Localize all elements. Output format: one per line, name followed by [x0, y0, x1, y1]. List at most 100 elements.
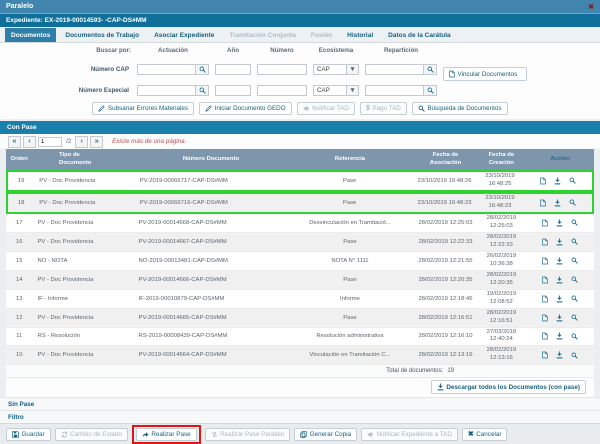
search-icon[interactable] [424, 64, 437, 75]
cancelar-button[interactable]: ✖Cancelar [462, 428, 508, 441]
filtro-section-header[interactable]: Filtro [0, 410, 600, 423]
numero-cap-anio-input[interactable] [215, 64, 251, 75]
cell-accion [526, 256, 594, 266]
iniciar-documento-gedo-button[interactable]: Iniciar Documento GEDO [199, 102, 292, 115]
search-icon[interactable] [571, 351, 578, 359]
edit-icon [205, 105, 212, 112]
footer-toolbar: GuardarCambio de EstadoRealizar PaseReal… [0, 423, 600, 444]
numero-cap-ecosistema-select[interactable]: CAP ▾ [313, 64, 359, 75]
tab-documentos[interactable]: Documentos [5, 28, 56, 42]
search-icon [418, 105, 425, 112]
download-icon[interactable] [556, 351, 563, 359]
cell-numero-documento: PV-2019-00014664-CAP-DS#MM [127, 351, 286, 359]
column-header-fecha-de-creacion: Fecha de Creación [476, 151, 526, 169]
download-all-row: Descargar todos los Documentos (con pase… [6, 378, 594, 397]
search-icon[interactable] [196, 85, 209, 96]
search-icon[interactable] [571, 276, 578, 284]
numero-especial-reparticion-input[interactable] [365, 85, 424, 96]
cell-fecha-asociacion: 28/02/2019 12:16:51 [415, 314, 477, 322]
document-icon[interactable] [542, 295, 548, 303]
document-icon[interactable] [542, 314, 548, 322]
last-page-button[interactable]: » [90, 136, 103, 148]
numero-especial-anio-input[interactable] [215, 85, 251, 96]
page-input[interactable] [38, 137, 62, 147]
button-label: Pago TAD [372, 105, 400, 112]
prev-page-button[interactable]: ‹ [23, 136, 36, 148]
cell-fecha-creacion: 28/02/201912:13:16 [476, 346, 526, 364]
search-icon[interactable] [569, 177, 576, 185]
subsanar-errores-materiales-button[interactable]: Subsanar Errores Materiales [92, 102, 194, 115]
first-page-button[interactable]: « [8, 136, 21, 148]
next-page-button[interactable]: › [75, 136, 88, 148]
download-icon[interactable] [556, 276, 563, 284]
download-icon[interactable] [556, 219, 563, 227]
cell-fecha-asociacion: 23/10/2019 16:48:26 [414, 177, 475, 185]
con-pase-section-header[interactable]: Con Pase [0, 121, 600, 134]
tab-asociar-expediente[interactable]: Asociar Expediente [148, 28, 220, 42]
download-icon[interactable] [556, 257, 563, 265]
col-anio-label: Año [215, 47, 251, 54]
download-icon[interactable] [556, 295, 563, 303]
cell-orden: 17 [6, 219, 32, 227]
vincular-documentos-button[interactable]: Vincular Documentos [443, 67, 527, 81]
realizar-pase-button[interactable]: Realizar Pase [136, 428, 197, 441]
search-icon[interactable] [571, 332, 578, 340]
search-icon[interactable] [571, 257, 578, 265]
tab-historial[interactable]: Historial [341, 28, 379, 42]
download-icon[interactable] [556, 332, 563, 340]
cell-referencia: Informe [285, 295, 414, 303]
tab-documentos-de-trabajo[interactable]: Documentos de Trabajo [59, 28, 145, 42]
search-icon[interactable] [571, 219, 578, 227]
notificar-expediente-a-tad-button: Notificar Expediente a TAD [361, 428, 458, 441]
cell-numero-documento: PV-2019-00014665-CAP-DS#MM [127, 314, 286, 322]
cell-fecha-asociacion: 28/02/2019 12:25:03 [415, 219, 477, 227]
numero-especial-actuacion-input[interactable] [137, 85, 196, 96]
chevron-down-icon: ▾ [346, 86, 358, 95]
table-row: 10PV - Doc ProvidenciaPV-2019-00014664-C… [6, 346, 594, 365]
sin-pase-section-header[interactable]: Sin Pase [0, 397, 600, 410]
document-icon[interactable] [542, 219, 548, 227]
document-icon[interactable] [542, 238, 548, 246]
document-icon[interactable] [542, 332, 548, 340]
cell-orden: 11 [6, 332, 32, 340]
cell-accion [526, 331, 594, 341]
download-icon[interactable] [556, 238, 563, 246]
search-icon[interactable] [196, 64, 209, 75]
guardar-button[interactable]: Guardar [6, 428, 51, 441]
search-icon[interactable] [424, 85, 437, 96]
download-all-documents-button[interactable]: Descargar todos los Documentos (con pase… [431, 380, 586, 394]
search-icon[interactable] [569, 199, 576, 207]
button-label: Notificar Expediente a TAD [377, 431, 452, 438]
ecosistema-value: CAP [314, 86, 346, 95]
cancel-icon: ✖ [468, 431, 474, 438]
search-icon[interactable] [571, 238, 578, 246]
numero-cap-numero-input[interactable] [257, 64, 307, 75]
filter-panel: Buscar por: Actuación Año Número Ecosist… [0, 43, 600, 119]
cell-orden: 18 [8, 199, 34, 207]
sin-pase-title: Sin Pase [8, 401, 34, 408]
numero-cap-reparticion-input[interactable] [365, 64, 424, 75]
document-icon[interactable] [542, 276, 548, 284]
search-icon[interactable] [571, 295, 578, 303]
document-icon[interactable] [540, 177, 546, 185]
close-icon[interactable]: ✖ [588, 3, 594, 11]
cell-referencia: Pase [285, 199, 413, 207]
button-label: Cambio de Estado [70, 431, 122, 438]
numero-especial-numero-input[interactable] [257, 85, 307, 96]
download-icon[interactable] [554, 177, 561, 185]
cell-orden: 10 [6, 351, 32, 359]
document-actions-row: Subsanar Errores Materiales Iniciar Docum… [73, 100, 527, 115]
download-icon[interactable] [554, 199, 561, 207]
busqueda-de-documentos-button[interactable]: Búsqueda de Documentos [412, 102, 508, 115]
document-icon[interactable] [542, 257, 548, 265]
table-header-row: OrdenTipo de DocumentoNúmero DocumentoRe… [6, 149, 594, 170]
numero-especial-ecosistema-select[interactable]: CAP ▾ [313, 85, 359, 96]
tab-datos-de-la-caratula[interactable]: Datos de la Carátula [382, 28, 457, 42]
search-icon[interactable] [571, 314, 578, 322]
document-icon[interactable] [542, 351, 548, 359]
generar-copia-button[interactable]: Generar Copia [294, 428, 357, 441]
document-icon[interactable] [540, 199, 546, 207]
download-icon[interactable] [556, 314, 563, 322]
cell-tipo-documento: PV - Doc Providencia [32, 219, 126, 227]
numero-cap-actuacion-input[interactable] [137, 64, 196, 75]
